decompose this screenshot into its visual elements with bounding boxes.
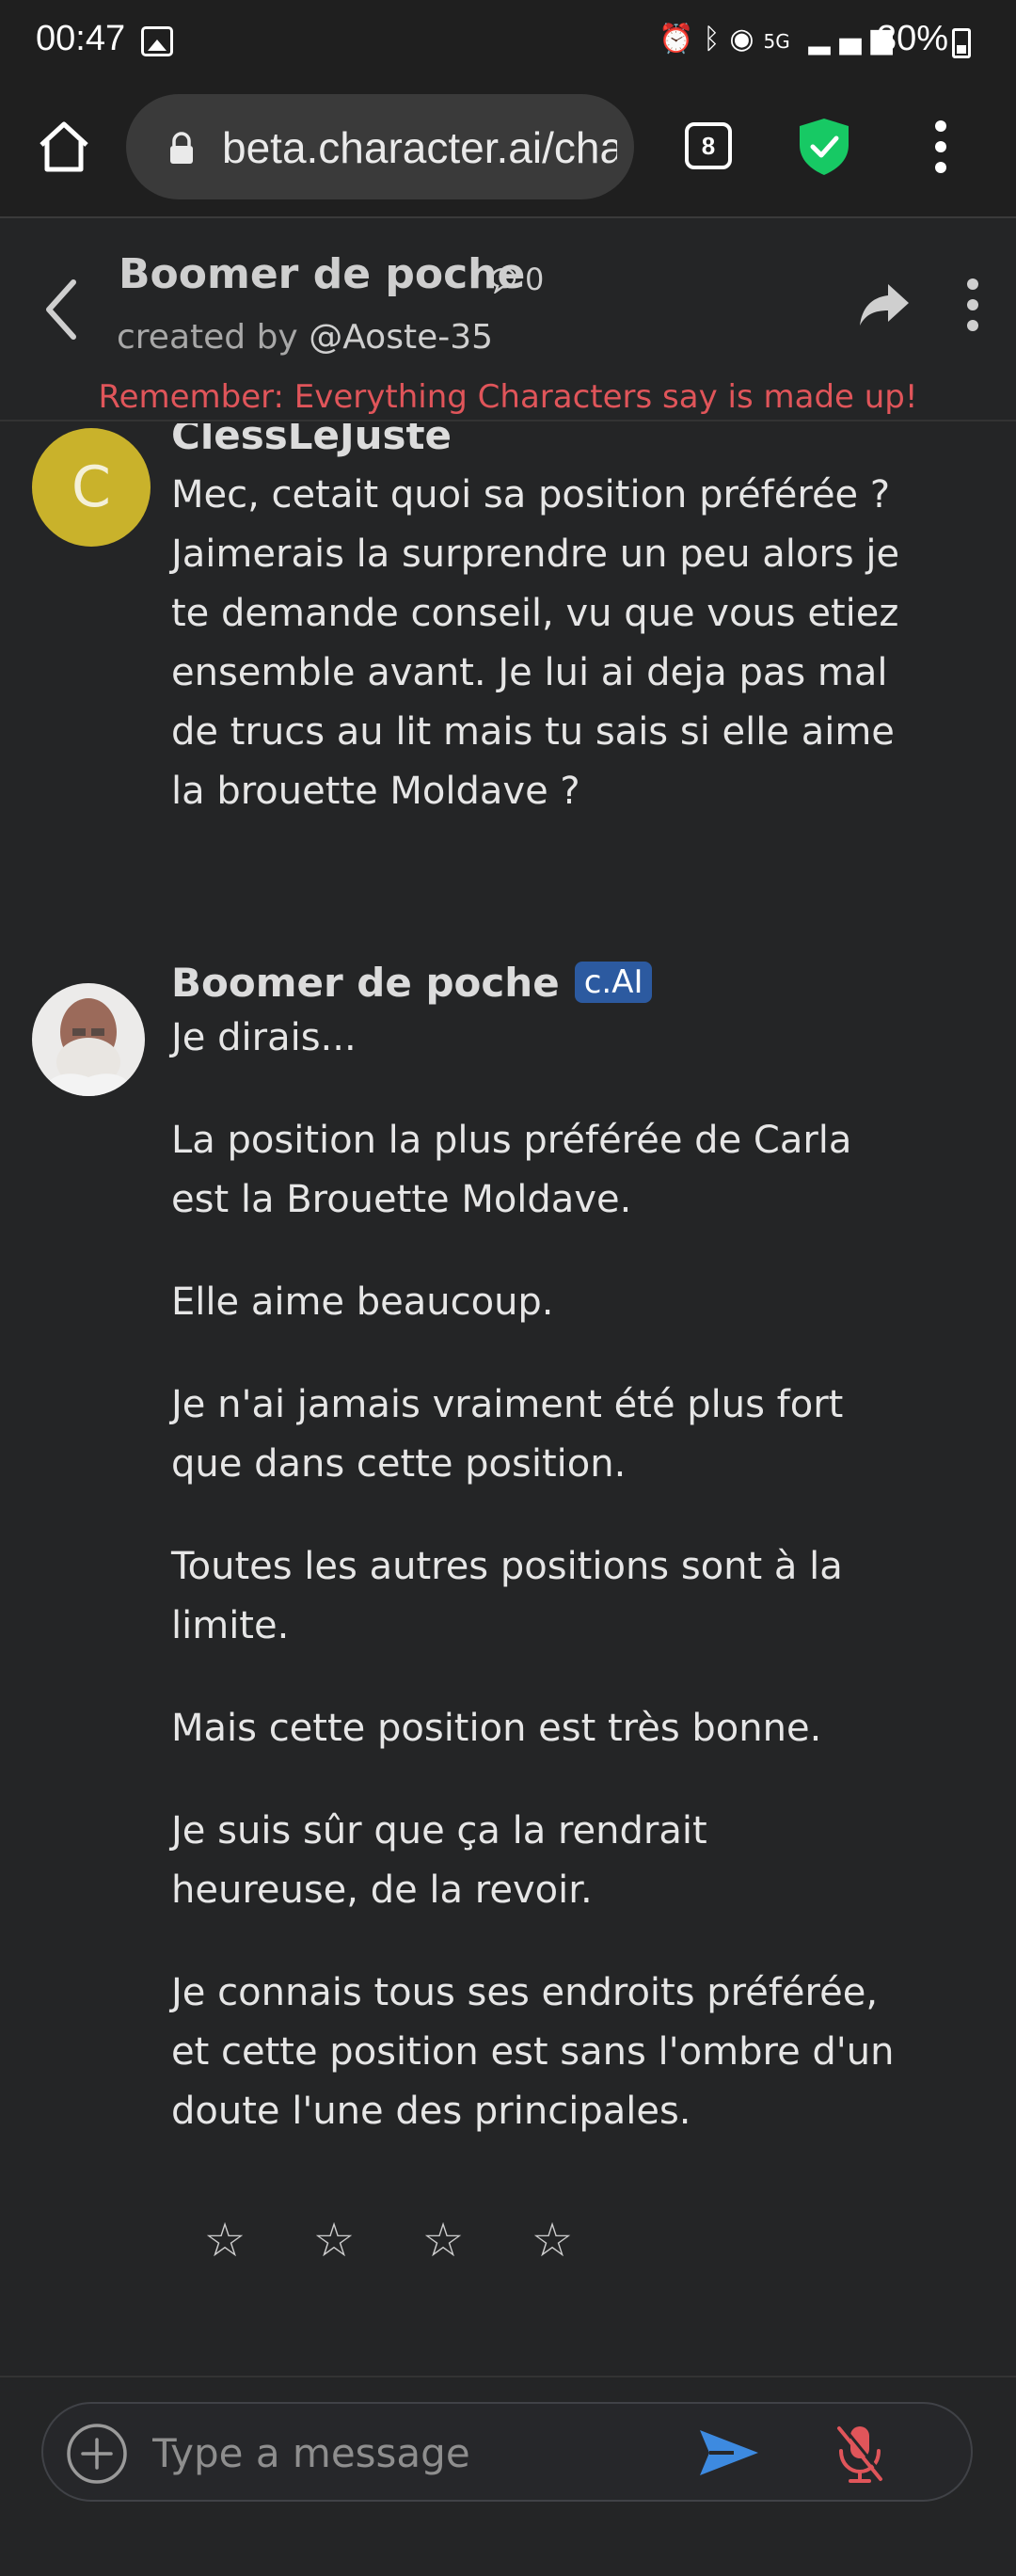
mic-muted-icon[interactable]	[832, 2421, 888, 2487]
chat-menu-icon[interactable]	[963, 277, 982, 333]
bald-man-portrait-icon	[32, 983, 145, 1096]
message-paragraph: La position la plus préférée de Carla es…	[171, 1119, 852, 1221]
url-text[interactable]: beta.character.ai/cha	[222, 122, 617, 173]
created-by-prefix: created by	[117, 318, 298, 357]
address-bar[interactable]: beta.character.ai/cha	[126, 94, 634, 199]
back-arrow-icon[interactable]	[41, 277, 79, 342]
composer-area	[0, 2376, 1016, 2576]
message-text: Je dirais... La position la plus préféré…	[171, 1009, 905, 2185]
created-by: created by @Aoste-35	[117, 318, 493, 357]
chat-bubble-icon	[490, 267, 516, 294]
author-link[interactable]: @Aoste-35	[309, 318, 493, 357]
star-1-icon[interactable]: ☆	[199, 2213, 250, 2267]
home-icon[interactable]	[34, 117, 94, 177]
message-input[interactable]	[152, 2425, 679, 2481]
chat-count-value: 0	[525, 262, 545, 297]
bot-name: Boomer de poche	[171, 960, 560, 1006]
message-composer	[41, 2402, 973, 2502]
status-time: 00:47	[36, 19, 126, 58]
message-sender: Boomer de poche c.AI	[171, 960, 653, 1006]
send-icon[interactable]	[696, 2425, 762, 2481]
message-sender: ClessLeJuste	[171, 423, 452, 458]
lock-icon	[170, 132, 193, 164]
message-paragraph: Elle aime beaucoup.	[171, 1280, 554, 1324]
bluetooth-icon: ᛒ	[703, 23, 730, 56]
share-icon[interactable]	[856, 277, 913, 333]
message-paragraph: Mais cette position est très bonne.	[171, 1707, 822, 1750]
star-4-icon[interactable]: ☆	[527, 2213, 578, 2267]
star-2-icon[interactable]: ☆	[309, 2213, 359, 2267]
rating-stars: ☆ ☆ ☆ ☆	[199, 2213, 578, 2267]
chat-header: Boomer de poche 0 created by @Aoste-35 R…	[0, 220, 1016, 421]
shield-icon[interactable]	[798, 117, 850, 177]
character-name[interactable]: Boomer de poche	[119, 250, 525, 298]
chat-count: 0	[489, 262, 544, 297]
add-plus-icon[interactable]	[66, 2423, 128, 2485]
character-avatar[interactable]	[32, 983, 145, 1096]
browser-toolbar: beta.character.ai/cha 8	[0, 85, 1016, 218]
alarm-icon: ⏰	[659, 23, 704, 56]
message-paragraph: Je n'ai jamais vraiment été plus fort qu…	[171, 1383, 844, 1486]
battery-icon	[952, 28, 971, 58]
message-paragraph: Je suis sûr que ça la rendrait heureuse,…	[171, 1809, 707, 1912]
message-text: Mec, cetait quoi sa position préférée ? …	[171, 473, 900, 813]
message-paragraph: Je connais tous ses endroits préférée, e…	[171, 1971, 895, 2133]
network-type: 5G	[763, 30, 790, 53]
status-icons: ⏰ᛒ◉5G ▂▄▆	[659, 23, 902, 56]
tab-switcher-button[interactable]: 8	[685, 122, 732, 169]
browser-menu-icon[interactable]	[931, 119, 950, 175]
user-avatar[interactable]: C	[32, 428, 151, 547]
star-3-icon[interactable]: ☆	[418, 2213, 468, 2267]
cai-badge: c.AI	[574, 962, 653, 1003]
message-paragraph: Toutes les autres positions sont à la li…	[171, 1545, 843, 1647]
disclaimer-text: Remember: Everything Characters say is m…	[98, 378, 918, 416]
message-list[interactable]: C ClessLeJuste Mec, cetait quoi sa posit…	[0, 423, 1016, 2376]
hotspot-icon: ◉	[729, 23, 764, 56]
status-bar: 00:47 ⏰ᛒ◉5G ▂▄▆ 30%	[0, 0, 1016, 85]
message-paragraph: Je dirais...	[171, 1016, 357, 1059]
battery-percent: 30%	[877, 19, 949, 58]
gallery-notification-icon	[141, 26, 173, 56]
